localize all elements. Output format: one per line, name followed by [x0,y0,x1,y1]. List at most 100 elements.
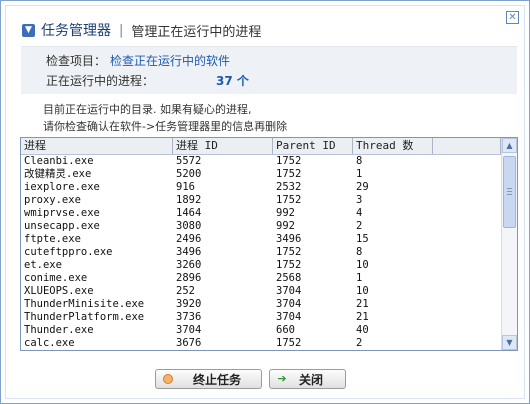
cell-process: ThunderPlatform.exe [24,311,145,323]
cell-process: XLUEOPS.exe [24,285,94,297]
table-body: Cleanbi.exe 5572 1752 8 改键精灵.exe 5200 1752 1 iex… [21,155,501,350]
cell-process: proxy.exe [24,194,81,206]
table-row[interactable]: ftpte.exe 2496 3496 15 [21,233,501,246]
cell-process: unsecapp.exe [24,220,100,232]
cell-thread-count: 2 [356,220,363,232]
running-process-count: 37 个 [216,74,249,88]
cell-thread-count: 8 [356,155,363,167]
cell-process: Thunder.exe [24,324,94,336]
cell-process: 改键精灵.exe [24,168,92,180]
table-row[interactable]: calc.exe 3676 1752 2 [21,337,501,350]
task-manager-window: ✕ ▼ 任务管理器 | 管理正在运行中的进程 检查项目： 检查正在运行中的软件 正… [0,0,530,404]
table-row[interactable]: unsecapp.exe 3080 992 2 [21,220,501,233]
cell-thread-count: 1 [356,272,363,284]
arrow-right-icon: ➔ [277,372,287,385]
cell-process-id: 3496 [176,246,202,258]
cell-thread-count: 3 [356,194,363,206]
table-row[interactable]: cuteftppro.exe 3496 1752 8 [21,246,501,259]
cell-parent-id: 3704 [276,285,302,297]
cell-thread-count: 1 [356,168,363,180]
check-item-link[interactable]: 检查正在运行中的软件 [110,54,230,68]
cell-process-id: 5200 [176,168,202,180]
close-button[interactable]: ➔ 关闭 [269,369,346,389]
cell-process: et.exe [24,259,62,271]
cell-parent-id: 3704 [276,298,302,310]
chevron-down-icon[interactable]: ▼ [22,23,35,37]
scroll-up-icon[interactable]: ▲ [502,138,517,153]
column-header-thread-count[interactable]: Thread 数 [353,138,433,154]
end-task-label: 终止任务 [193,372,242,387]
column-header-parent-id[interactable]: Parent ID [273,138,353,154]
table-header: 进程 进程 ID Parent ID Thread 数 [21,138,501,155]
cell-process: ThunderMinisite.exe [24,298,145,310]
cell-thread-count: 29 [356,181,369,193]
cell-thread-count: 15 [356,233,369,245]
table-row[interactable]: XLUEOPS.exe 252 3704 10 [21,285,501,298]
cell-parent-id: 660 [276,324,295,336]
cell-process-id: 2496 [176,233,202,245]
title-separator: | [119,22,124,38]
column-header-filler [433,138,501,154]
cell-thread-count: 21 [356,298,369,310]
cell-parent-id: 1752 [276,194,302,206]
running-process-label: 正在运行中的进程： [46,74,155,88]
cell-process: conime.exe [24,272,88,284]
window-title: 任务管理器 [41,23,111,39]
cell-thread-count: 10 [356,285,369,297]
cell-parent-id: 2532 [276,181,302,193]
vertical-scrollbar[interactable]: ▲ ▼ [501,138,517,350]
cell-process-id: 3736 [176,311,202,323]
cell-process: Cleanbi.exe [24,155,94,167]
cell-process-id: 3260 [176,259,202,271]
cell-process-id: 3676 [176,337,202,349]
column-header-process[interactable]: 进程 [21,138,173,154]
title-bar: ▼ 任务管理器 | 管理正在运行中的进程 [22,21,262,40]
cell-thread-count: 2 [356,337,363,349]
table-row[interactable]: Cleanbi.exe 5572 1752 8 [21,155,501,168]
table-row[interactable]: Thunder.exe 3704 660 40 [21,324,501,337]
cell-parent-id: 992 [276,207,295,219]
cell-parent-id: 1752 [276,168,302,180]
cell-thread-count: 40 [356,324,369,336]
cell-process: iexplore.exe [24,181,100,193]
table-row[interactable]: conime.exe 2896 2568 1 [21,272,501,285]
table-row[interactable]: ThunderMinisite.exe 3920 3704 21 [21,298,501,311]
cell-process-id: 3080 [176,220,202,232]
cell-process-id: 916 [176,181,195,193]
cell-process-id: 2896 [176,272,202,284]
cell-parent-id: 992 [276,220,295,232]
table-row[interactable]: proxy.exe 1892 1752 3 [21,194,501,207]
table-row[interactable]: iexplore.exe 916 2532 29 [21,181,501,194]
cell-process-id: 3704 [176,324,202,336]
close-label: 关闭 [299,372,324,387]
cell-parent-id: 2568 [276,272,302,284]
cell-process-id: 1464 [176,207,202,219]
cell-thread-count: 21 [356,311,369,323]
cell-process: ftpte.exe [24,233,81,245]
cell-process: cuteftppro.exe [24,246,113,258]
cell-thread-count: 10 [356,259,369,271]
scroll-down-icon[interactable]: ▼ [502,335,517,350]
column-header-process-id[interactable]: 进程 ID [173,138,273,154]
table-row[interactable]: ThunderPlatform.exe 3736 3704 21 [21,311,501,324]
cell-process: calc.exe [24,337,75,349]
cell-process-id: 1892 [176,194,202,206]
table-row[interactable]: wmiprvse.exe 1464 992 4 [21,207,501,220]
table-row[interactable]: et.exe 3260 1752 10 [21,259,501,272]
cell-parent-id: 3704 [276,311,302,323]
note-line-2: 请你检查确认在软件->任务管理器里的信息再删除 [43,120,288,133]
cell-parent-id: 1752 [276,155,302,167]
cell-process-id: 5572 [176,155,202,167]
window-subtitle: 管理正在运行中的进程 [131,24,262,40]
cell-parent-id: 1752 [276,337,302,349]
check-item-row: 检查项目： 检查正在运行中的软件 [46,52,230,69]
running-process-row: 正在运行中的进程： [46,72,154,89]
end-task-button[interactable]: 终止任务 [155,369,262,389]
cell-process: wmiprvse.exe [24,207,100,219]
cell-parent-id: 3496 [276,233,302,245]
table-row[interactable]: 改键精灵.exe 5200 1752 1 [21,168,501,181]
process-table: 进程 进程 ID Parent ID Thread 数 Cleanbi.exe 5… [20,137,518,351]
scroll-thumb[interactable] [503,156,516,228]
note-line-1: 目前正在运行中的目录. 如果有疑心的进程, [43,103,252,116]
close-icon[interactable]: ✕ [506,11,519,24]
